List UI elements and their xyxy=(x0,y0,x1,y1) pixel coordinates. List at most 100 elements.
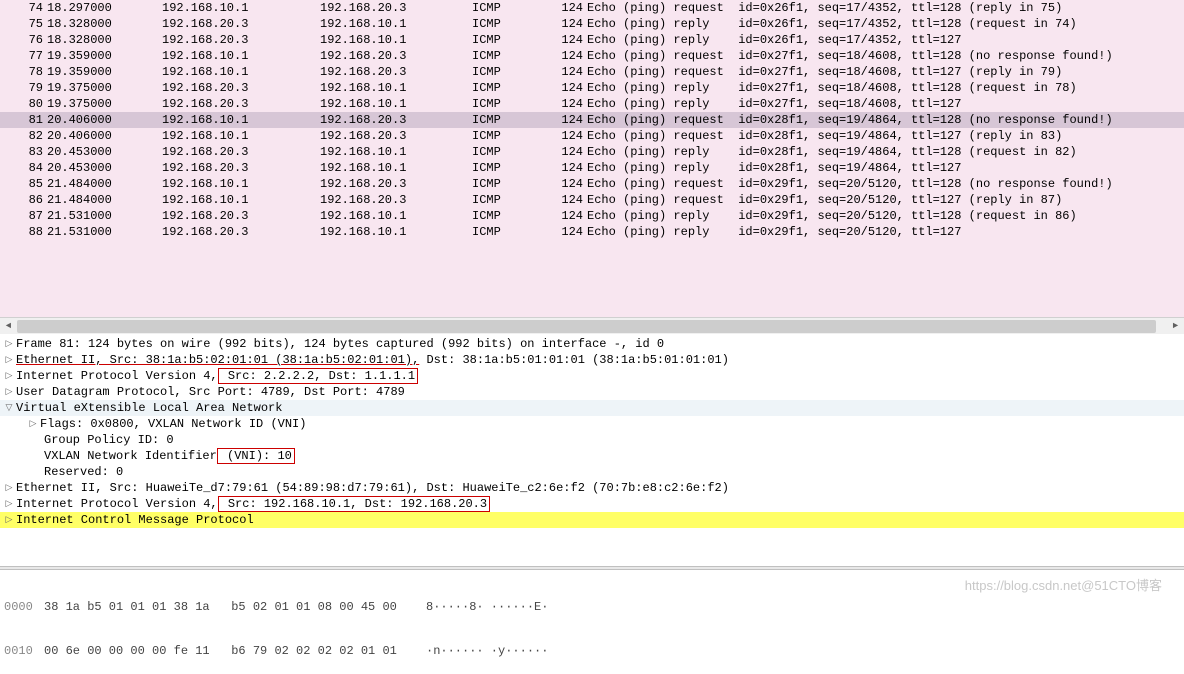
packet-col-length: 124 xyxy=(560,209,587,223)
expand-icon[interactable]: ▷ xyxy=(4,499,14,509)
tree-label: User Datagram Protocol, Src Port: 4789, … xyxy=(16,385,405,399)
tree-label: Ethernet II, Src: 38:1a:b5:02:01:01 (38:… xyxy=(16,353,419,367)
expand-icon[interactable]: ▷ xyxy=(4,339,14,349)
scroll-right-icon[interactable]: ► xyxy=(1167,318,1184,335)
packet-col-source: 192.168.20.3 xyxy=(162,17,320,31)
tree-ethernet-inner[interactable]: ▷Ethernet II, Src: HuaweiTe_d7:79:61 (54… xyxy=(0,480,1184,496)
packet-col-source: 192.168.20.3 xyxy=(162,145,320,159)
packet-col-no: 80 xyxy=(2,97,47,111)
packet-row[interactable]: 8821.531000192.168.20.3192.168.10.1ICMP1… xyxy=(0,224,1184,240)
tree-ip-outer[interactable]: ▷Internet Protocol Version 4, Src: 2.2.2… xyxy=(0,368,1184,384)
packet-col-length: 124 xyxy=(560,113,587,127)
packet-col-time: 19.375000 xyxy=(47,81,162,95)
packet-col-length: 124 xyxy=(560,81,587,95)
tree-vxlan-flags[interactable]: ▷Flags: 0x0800, VXLAN Network ID (VNI) xyxy=(0,416,1184,432)
expand-icon[interactable]: ▷ xyxy=(4,355,14,365)
packet-col-info: Echo (ping) reply id=0x26f1, seq=17/4352… xyxy=(587,33,1182,47)
packet-col-no: 76 xyxy=(2,33,47,47)
packet-col-destination: 192.168.10.1 xyxy=(320,17,472,31)
packet-col-time: 21.484000 xyxy=(47,177,162,191)
packet-row[interactable]: 8420.453000192.168.20.3192.168.10.1ICMP1… xyxy=(0,160,1184,176)
tree-label: Frame 81: 124 bytes on wire (992 bits), … xyxy=(16,337,664,351)
packet-col-time: 21.531000 xyxy=(47,209,162,223)
packet-col-source: 192.168.20.3 xyxy=(162,97,320,111)
packet-row[interactable]: 7719.359000192.168.10.1192.168.20.3ICMP1… xyxy=(0,48,1184,64)
packet-row[interactable]: 8521.484000192.168.10.1192.168.20.3ICMP1… xyxy=(0,176,1184,192)
packet-row[interactable]: 8721.531000192.168.20.3192.168.10.1ICMP1… xyxy=(0,208,1184,224)
packet-col-no: 77 xyxy=(2,49,47,63)
tree-vxlan-reserved[interactable]: Reserved: 0 xyxy=(0,464,1184,480)
packet-col-length: 124 xyxy=(560,65,587,79)
packet-col-source: 192.168.10.1 xyxy=(162,1,320,15)
scroll-thumb[interactable] xyxy=(17,320,1156,333)
packet-row[interactable]: 7418.297000192.168.10.1192.168.20.3ICMP1… xyxy=(0,0,1184,16)
packet-row[interactable]: 8220.406000192.168.10.1192.168.20.3ICMP1… xyxy=(0,128,1184,144)
tree-label: Ethernet II, Src: HuaweiTe_d7:79:61 (54:… xyxy=(16,481,729,495)
tree-vxlan-vni[interactable]: VXLAN Network Identifier (VNI): 10 xyxy=(0,448,1184,464)
packet-col-protocol: ICMP xyxy=(472,145,560,159)
packet-col-destination: 192.168.10.1 xyxy=(320,161,472,175)
packet-list-pane[interactable]: 7418.297000192.168.10.1192.168.20.3ICMP1… xyxy=(0,0,1184,317)
packet-col-source: 192.168.20.3 xyxy=(162,81,320,95)
packet-col-source: 192.168.10.1 xyxy=(162,193,320,207)
hex-bytes[interactable]: 38 1a b5 01 01 01 38 1a b5 02 01 01 08 0… xyxy=(44,600,414,616)
packet-col-source: 192.168.10.1 xyxy=(162,129,320,143)
packet-col-info: Echo (ping) reply id=0x28f1, seq=19/4864… xyxy=(587,145,1182,159)
packet-col-length: 124 xyxy=(560,1,587,15)
packet-row[interactable]: 8019.375000192.168.20.3192.168.10.1ICMP1… xyxy=(0,96,1184,112)
packet-col-length: 124 xyxy=(560,225,587,239)
packet-col-time: 19.375000 xyxy=(47,97,162,111)
tree-udp[interactable]: ▷User Datagram Protocol, Src Port: 4789,… xyxy=(0,384,1184,400)
expand-icon[interactable]: ▷ xyxy=(4,371,14,381)
packet-col-destination: 192.168.20.3 xyxy=(320,177,472,191)
packet-row[interactable]: 8320.453000192.168.20.3192.168.10.1ICMP1… xyxy=(0,144,1184,160)
packet-row[interactable]: 7919.375000192.168.20.3192.168.10.1ICMP1… xyxy=(0,80,1184,96)
collapse-icon[interactable]: ▽ xyxy=(4,403,14,413)
expand-icon[interactable]: ▷ xyxy=(4,483,14,493)
expand-icon[interactable]: ▷ xyxy=(28,419,38,429)
packet-col-no: 82 xyxy=(2,129,47,143)
packet-row[interactable]: 7518.328000192.168.20.3192.168.10.1ICMP1… xyxy=(0,16,1184,32)
packet-col-length: 124 xyxy=(560,161,587,175)
hex-row[interactable]: 0000 38 1a b5 01 01 01 38 1a b5 02 01 01… xyxy=(4,600,1180,616)
highlight-vni: (VNI): 10 xyxy=(217,448,295,464)
tree-label: Internet Protocol Version 4, xyxy=(16,497,218,511)
packet-col-no: 74 xyxy=(2,1,47,15)
expand-icon[interactable]: ▷ xyxy=(4,387,14,397)
packet-row[interactable]: 7819.359000192.168.10.1192.168.20.3ICMP1… xyxy=(0,64,1184,80)
hex-row[interactable]: 0010 00 6e 00 00 00 00 fe 11 b6 79 02 02… xyxy=(4,644,1180,660)
expand-icon[interactable]: ▷ xyxy=(4,515,14,525)
packet-row[interactable]: 8120.406000192.168.10.1192.168.20.3ICMP1… xyxy=(0,112,1184,128)
packet-list-h-scrollbar[interactable]: ◄ ► xyxy=(0,317,1184,334)
packet-col-protocol: ICMP xyxy=(472,193,560,207)
tree-vxlan-gp[interactable]: Group Policy ID: 0 xyxy=(0,432,1184,448)
tree-ip-inner[interactable]: ▷Internet Protocol Version 4, Src: 192.1… xyxy=(0,496,1184,512)
packet-col-protocol: ICMP xyxy=(472,129,560,143)
packet-col-length: 124 xyxy=(560,33,587,47)
packet-row[interactable]: 7618.328000192.168.20.3192.168.10.1ICMP1… xyxy=(0,32,1184,48)
packet-col-no: 84 xyxy=(2,161,47,175)
scroll-left-icon[interactable]: ◄ xyxy=(0,318,17,335)
hex-ascii: 8·····8· ······E· xyxy=(414,600,548,616)
tree-icmp[interactable]: ▷Internet Control Message Protocol xyxy=(0,512,1184,528)
packet-col-time: 20.406000 xyxy=(47,113,162,127)
packet-col-time: 18.328000 xyxy=(47,33,162,47)
tree-vxlan[interactable]: ▽Virtual eXtensible Local Area Network xyxy=(0,400,1184,416)
packet-row[interactable]: 8621.484000192.168.10.1192.168.20.3ICMP1… xyxy=(0,192,1184,208)
packet-detail-pane[interactable]: ▷Frame 81: 124 bytes on wire (992 bits),… xyxy=(0,334,1184,559)
packet-col-time: 19.359000 xyxy=(47,65,162,79)
tree-frame[interactable]: ▷Frame 81: 124 bytes on wire (992 bits),… xyxy=(0,336,1184,352)
packet-col-destination: 192.168.20.3 xyxy=(320,193,472,207)
packet-col-source: 192.168.10.1 xyxy=(162,49,320,63)
packet-col-no: 79 xyxy=(2,81,47,95)
packet-col-length: 124 xyxy=(560,17,587,31)
highlight-src-dst-inner: Src: 192.168.10.1, Dst: 192.168.20.3 xyxy=(218,496,490,512)
tree-ethernet-outer[interactable]: ▷Ethernet II, Src: 38:1a:b5:02:01:01 (38… xyxy=(0,352,1184,368)
packet-col-source: 192.168.10.1 xyxy=(162,113,320,127)
packet-col-destination: 192.168.20.3 xyxy=(320,113,472,127)
packet-col-time: 20.406000 xyxy=(47,129,162,143)
scroll-track[interactable] xyxy=(17,318,1167,335)
watermark: https://blog.csdn.net@51CTO博客 xyxy=(965,575,1162,594)
packet-col-length: 124 xyxy=(560,97,587,111)
hex-bytes[interactable]: 00 6e 00 00 00 00 fe 11 b6 79 02 02 02 0… xyxy=(44,644,414,660)
